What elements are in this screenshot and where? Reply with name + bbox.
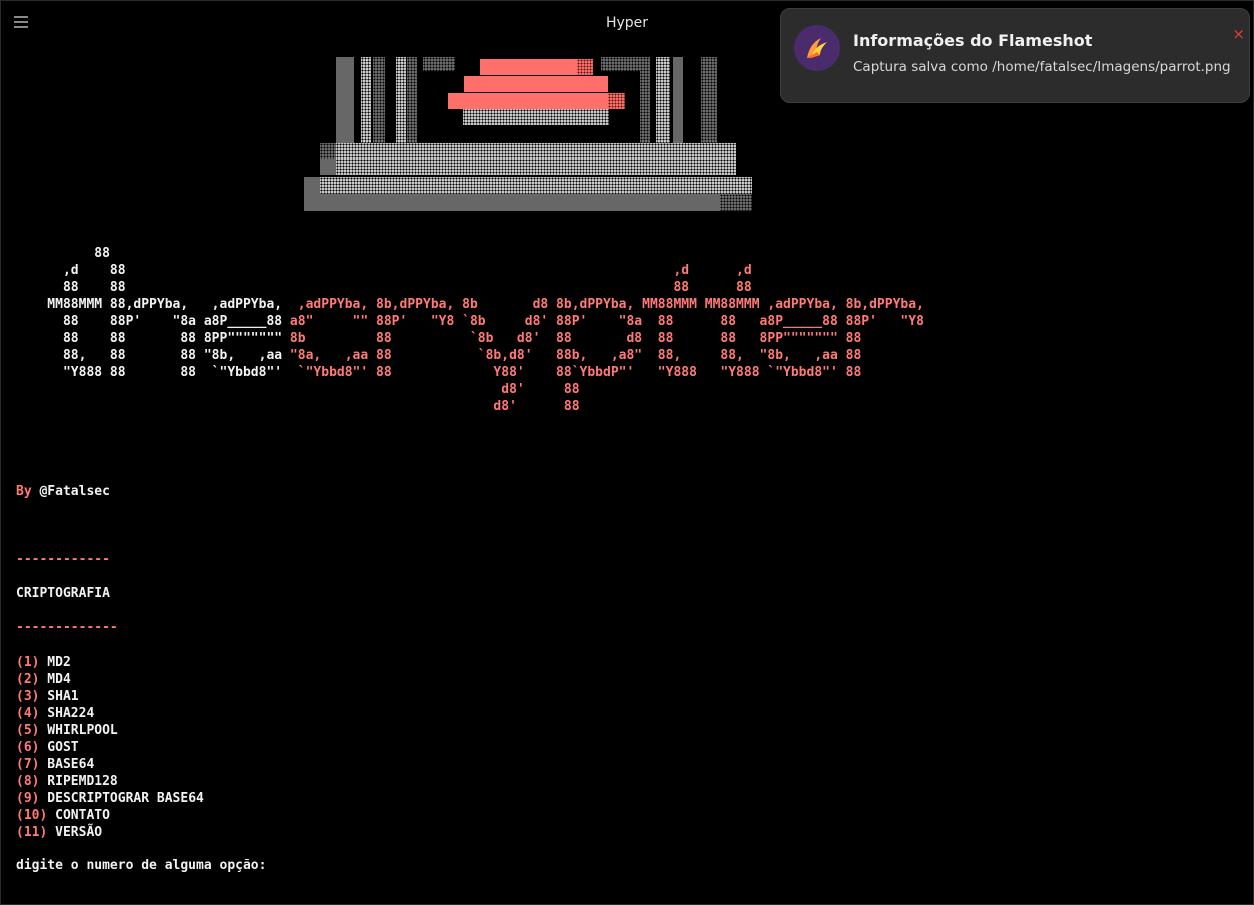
- menu-item: (9) DESCRIPTOGRAR BASE64: [16, 790, 204, 807]
- menu-item-label: GOST: [39, 740, 79, 755]
- menu-item-number: (11): [16, 825, 48, 840]
- ascii-line: MM88MMM 88,dPPYba, ,adPPYba, ,adPPYba, 8…: [16, 296, 924, 313]
- ascii-line: d8' 88: [16, 381, 924, 398]
- ascii-art-logo: [301, 57, 757, 213]
- ascii-segment: 8b 88 `8b d8' 88 d8 88 88 8PP""""""" 88: [282, 331, 862, 346]
- menu-item-label: RIPEMD128: [39, 774, 118, 789]
- ascii-segment: ,adPPYba, 8b,dPPYba, 8b d8 8b,dPPYba, MM…: [289, 297, 924, 312]
- menu-item-number: (10): [16, 808, 48, 823]
- menu-item-number: (8): [16, 774, 40, 789]
- ascii-segment: 88 88: [125, 280, 752, 295]
- separator-bottom: -------------: [16, 620, 118, 635]
- ascii-segment: ,d 88: [16, 263, 126, 278]
- menu-item: (2) MD4: [16, 671, 204, 688]
- menu-item: (7) BASE64: [16, 756, 204, 773]
- menu-item-number: (5): [16, 723, 40, 738]
- menu-item-label: SHA1: [39, 689, 79, 704]
- ascii-line: 88, 88 88 "8b, ,aa "8a, ,aa 88 `8b,d8' 8…: [16, 347, 924, 364]
- ascii-segment: 88 88P' "8a a8P_____88: [16, 314, 283, 329]
- menu-item-number: (2): [16, 672, 40, 687]
- menu-item-label: VERSÃO: [47, 825, 103, 840]
- byline: By @Fatalsec: [16, 484, 110, 499]
- ascii-line: ,d 88 ,d ,d: [16, 262, 924, 279]
- ascii-segment: 88: [16, 246, 110, 261]
- ascii-segment: 88 88 88 8PP""""""": [16, 331, 283, 346]
- byline-author: @Fatalsec: [31, 484, 110, 499]
- separator-top: ------------: [16, 552, 110, 567]
- menu-item-label: CONTATO: [47, 808, 110, 823]
- ascii-line: "Y888 88 88 `"Ybbd8"' `"Ybbd8"' 88 Y88' …: [16, 364, 924, 381]
- menu-item: (1) MD2: [16, 654, 204, 671]
- input-prompt[interactable]: digite o numero de alguma opção:: [16, 858, 266, 873]
- menu-item: (4) SHA224: [16, 705, 204, 722]
- ascii-segment: MM88MMM 88,dPPYba, ,adPPYba,: [16, 297, 290, 312]
- menu-item-label: MD4: [39, 672, 71, 687]
- ascii-segment: a8" "" 88P' "Y8 `8b d8' 88P' "8a 88 88 a…: [282, 314, 924, 329]
- ascii-line: 88 88 88 8PP""""""" 8b 88 `8b d8' 88 d8 …: [16, 330, 924, 347]
- section-title: CRIPTOGRAFIA: [16, 586, 110, 601]
- byline-by: By: [16, 484, 32, 499]
- menu-item: (10) CONTATO: [16, 807, 204, 824]
- menu-item-label: WHIRLPOOL: [39, 723, 118, 738]
- ascii-banner: 88 ,d 88 ,d ,d 88 88 88 88 MM88MMM 88,dP…: [16, 245, 924, 415]
- ascii-segment: ,d ,d: [125, 263, 752, 278]
- close-icon[interactable]: ×: [1232, 25, 1245, 43]
- menu-item: (8) RIPEMD128: [16, 773, 204, 790]
- menu-item: (6) GOST: [16, 739, 204, 756]
- flameshot-notification[interactable]: Informações do Flameshot Captura salva c…: [780, 8, 1250, 103]
- ascii-segment: "Y888 88 88 `"Ybbd8"': [16, 365, 283, 380]
- ascii-line: 88: [16, 245, 924, 262]
- ascii-segment: "8a, ,aa 88 `8b,d8' 88b, ,a8" 88, 88, "8…: [282, 348, 862, 363]
- menu-item-label: MD2: [39, 655, 71, 670]
- options-menu: (1) MD2 (2) MD4 (3) SHA1 (4) SHA224 (5) WHIR…: [16, 654, 204, 841]
- menu-item-label: SHA224: [39, 706, 95, 721]
- ascii-segment: d8' 88: [16, 382, 580, 397]
- menu-item: (11) VERSÃO: [16, 824, 204, 841]
- menu-item-number: (6): [16, 740, 40, 755]
- menu-item-label: BASE64: [39, 757, 95, 772]
- ascii-segment: d8' 88: [16, 399, 580, 414]
- menu-item-number: (3): [16, 689, 40, 704]
- notification-body: Captura salva como /home/fatalsec/Imagen…: [853, 59, 1231, 75]
- ascii-segment: 88, 88 88 "8b, ,aa: [16, 348, 283, 363]
- menu-item-number: (1): [16, 655, 40, 670]
- menu-item-number: (7): [16, 757, 40, 772]
- flameshot-icon: [794, 25, 840, 71]
- menu-item: (5) WHIRLPOOL: [16, 722, 204, 739]
- ascii-line: 88 88 88 88: [16, 279, 924, 296]
- menu-item: (3) SHA1: [16, 688, 204, 705]
- menu-item-label: DESCRIPTOGRAR BASE64: [39, 791, 204, 806]
- menu-item-number: (4): [16, 706, 40, 721]
- menu-item-number: (9): [16, 791, 40, 806]
- ascii-line: d8' 88: [16, 398, 924, 415]
- terminal-window: Hyper — ▢ 88 ,d 88: [0, 0, 1254, 905]
- ascii-segment: `"Ybbd8"' 88 Y88' 88`YbbdP"' "Y888 "Y888…: [282, 365, 862, 380]
- notification-title: Informações do Flameshot: [853, 31, 1093, 50]
- ascii-segment: 88 88: [16, 280, 126, 295]
- ascii-line: 88 88P' "8a a8P_____88 a8" "" 88P' "Y8 `…: [16, 313, 924, 330]
